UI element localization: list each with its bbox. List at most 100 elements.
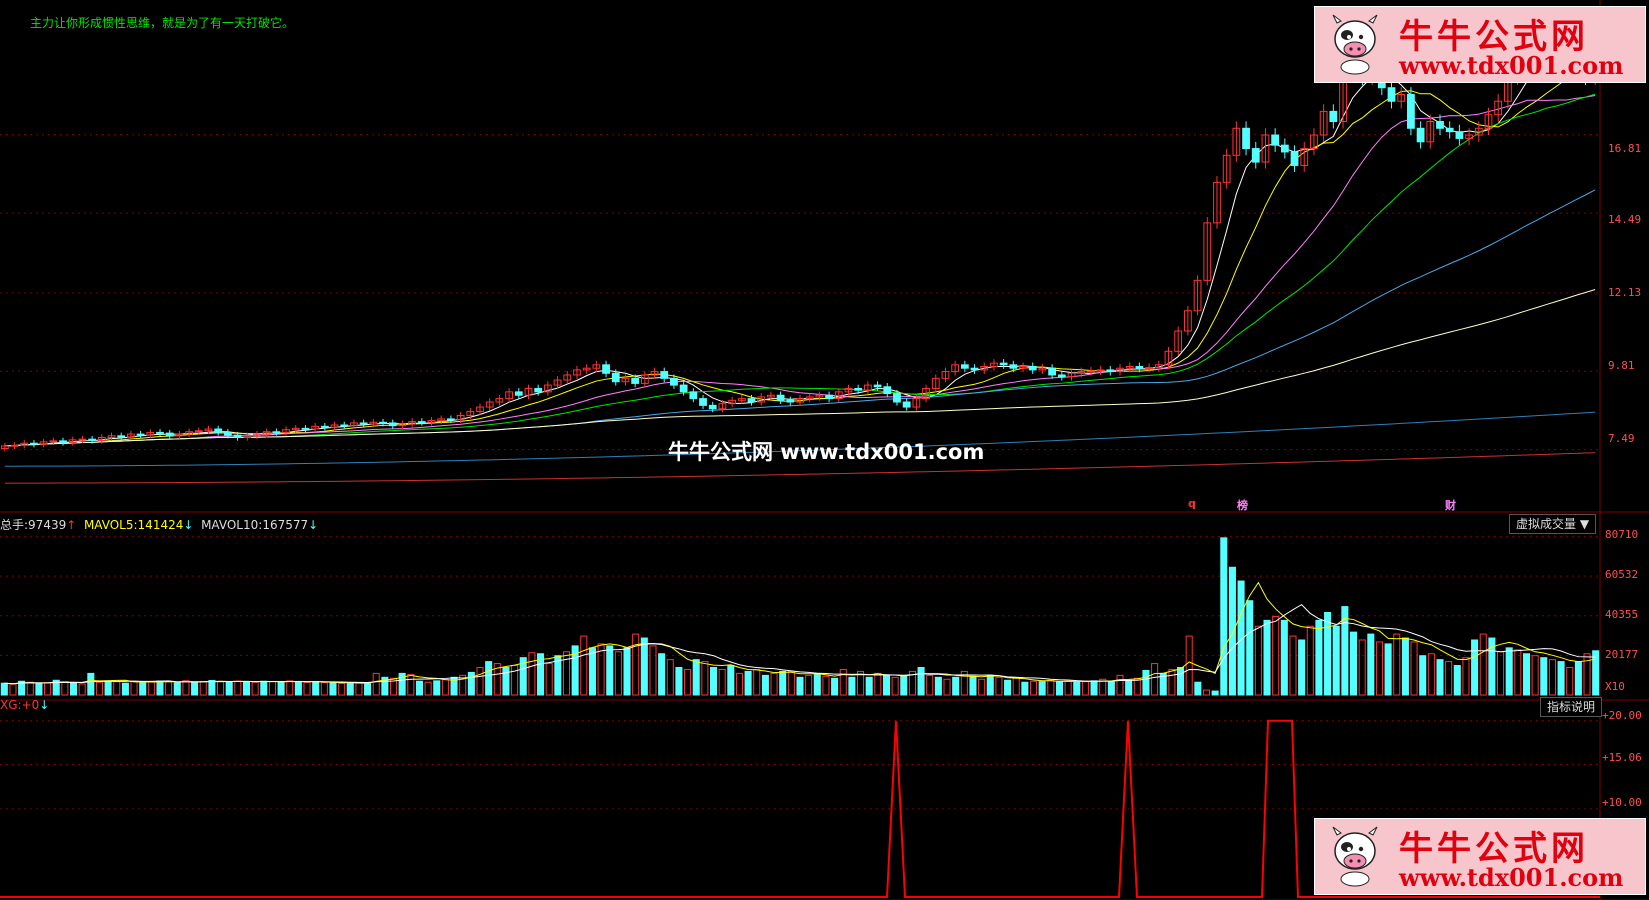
volume-bar: [1038, 681, 1046, 696]
candle-body: [1290, 151, 1299, 166]
down-arrow-icon: ↓: [39, 698, 50, 712]
candle-body: [902, 401, 911, 408]
volume-bar: [1462, 657, 1470, 696]
volume-bar: [1194, 681, 1202, 696]
volume-tick: X10: [1605, 680, 1625, 693]
price-tick: 7.49: [1608, 432, 1635, 445]
candle-body: [1407, 93, 1415, 129]
volume-tick: 80710: [1605, 528, 1639, 541]
site-logo-top[interactable]: 牛牛公式网 www.tdx001.com: [1314, 6, 1646, 83]
mavol10-value: 167577: [262, 518, 309, 532]
candle-body: [88, 438, 97, 442]
candle-body: [679, 384, 688, 393]
volume-bar: [1445, 661, 1453, 696]
volume-bar: [441, 679, 449, 696]
candle-body: [1009, 364, 1018, 369]
volume-bar: [225, 681, 233, 696]
indicator-help-button[interactable]: 指标说明: [1540, 697, 1603, 717]
volume-bar: [649, 645, 657, 696]
candle-body: [514, 391, 523, 396]
moving-average-lines: [4, 60, 1596, 484]
candle-body: [893, 393, 901, 403]
volume-bar: [735, 672, 743, 696]
volume-bar: [1021, 681, 1029, 696]
volume-bar: [684, 668, 692, 696]
volume-bar: [1453, 665, 1461, 696]
volume-bar: [1263, 619, 1271, 696]
volume-bar: [1151, 663, 1159, 696]
volume-bar: [753, 668, 761, 696]
candle-body: [747, 398, 756, 403]
volume-bar: [588, 647, 596, 696]
virtual-volume-dropdown[interactable]: 虚拟成交量 ▼: [1509, 514, 1597, 534]
volume-bar: [632, 633, 640, 696]
candlestick-series: [0, 42, 1600, 452]
volume-bar: [424, 681, 432, 696]
volume-bar: [372, 672, 380, 696]
ma20-line: [4, 95, 1596, 447]
volume-bar: [104, 680, 112, 696]
candle-body: [78, 438, 87, 441]
volume-bar: [277, 681, 285, 696]
volume-bar: [1566, 666, 1574, 696]
volume-bar: [1514, 649, 1522, 696]
volume-bar: [562, 651, 571, 696]
candle-body: [1106, 369, 1115, 373]
candle-body: [1251, 148, 1260, 163]
volume-bar: [1177, 666, 1185, 696]
xg-label: XG:: [0, 698, 22, 712]
candle-body: [359, 422, 368, 425]
volume-bar: [978, 678, 986, 696]
candle-body: [1048, 367, 1057, 376]
volume-tick: 60532: [1605, 568, 1639, 581]
volume-bar: [433, 680, 441, 696]
candle-body: [272, 431, 281, 434]
candle-body: [825, 394, 833, 400]
volume-bar: [191, 681, 199, 696]
candle-body: [1028, 366, 1037, 371]
candle-body: [223, 431, 232, 436]
volume-bar: [692, 659, 700, 696]
volume-bar: [1246, 600, 1254, 696]
volume-bar: [1116, 674, 1124, 696]
volume-bar: [1419, 655, 1427, 696]
marker-bang[interactable]: 榜: [1237, 497, 1248, 513]
volume-bar: [1531, 655, 1539, 696]
candle-body: [689, 391, 698, 400]
price-tick: 14.49: [1608, 213, 1642, 226]
volume-bar: [718, 668, 726, 696]
volume-bar: [1125, 679, 1133, 696]
volume-header: 总手:97439↑ MAVOL5:141424↓ MAVOL10:167577↓: [0, 516, 318, 533]
down-arrow-icon: ↓: [183, 518, 194, 532]
volume-bar: [312, 681, 320, 696]
marker-cai[interactable]: 财: [1445, 497, 1456, 513]
candle-body: [1280, 144, 1289, 153]
volume-bar: [666, 659, 674, 696]
volume-bar: [1367, 633, 1375, 696]
volume-bar: [9, 683, 17, 696]
volume-bar: [1505, 647, 1513, 696]
volume-bar: [1375, 641, 1383, 696]
volume-bar: [338, 682, 346, 696]
volume-bar: [121, 682, 129, 696]
candle-body: [534, 387, 543, 393]
volume-bar: [485, 661, 493, 696]
volume-bar: [528, 652, 536, 696]
volume-bar: [251, 681, 259, 696]
candle-body: [1087, 370, 1095, 373]
volume-bar: [943, 678, 951, 696]
volume-bar: [1081, 681, 1089, 696]
volume-bar: [268, 681, 276, 696]
candle-body: [1145, 367, 1153, 370]
candle-body: [59, 440, 67, 444]
volume-bar: [1073, 681, 1081, 696]
total-volume-value: 97439: [28, 518, 67, 532]
marker-q[interactable]: q: [1188, 497, 1196, 510]
volume-bar: [1393, 633, 1401, 696]
indicator-tick: +15.06: [1602, 751, 1642, 764]
volume-bar: [1211, 690, 1219, 696]
site-logo-bottom[interactable]: 牛牛公式网 www.tdx001.com: [1314, 818, 1646, 895]
volume-bar: [1427, 653, 1435, 696]
volume-bar: [0, 682, 8, 696]
candle-body: [1455, 131, 1464, 139]
